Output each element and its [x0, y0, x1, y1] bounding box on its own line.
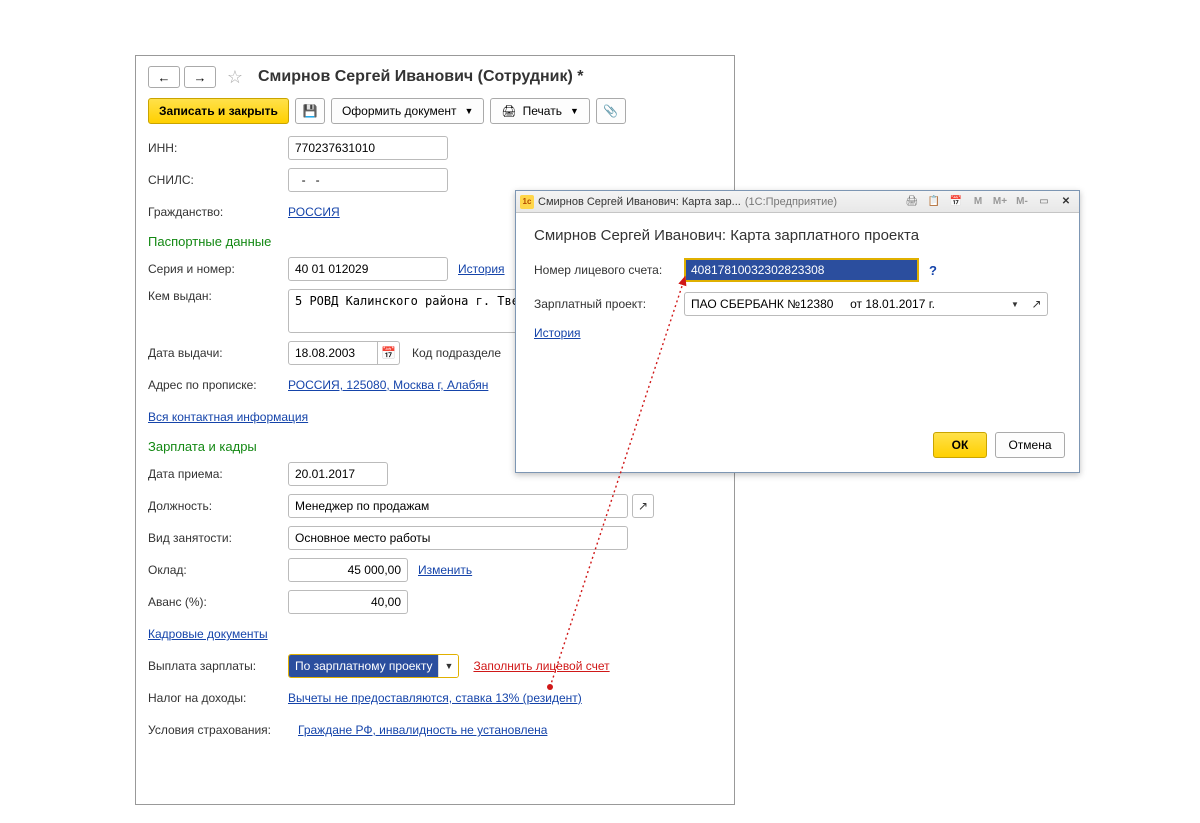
tax-settings-link[interactable]: Вычеты не предоставляются, ставка 13% (р…: [288, 691, 582, 705]
close-button[interactable]: ✕: [1057, 194, 1075, 210]
issue-date-label: Дата выдачи:: [148, 346, 288, 360]
account-history-link[interactable]: История: [534, 326, 581, 340]
attachments-button[interactable]: 📎: [596, 98, 626, 124]
issue-date-field[interactable]: [288, 341, 378, 365]
create-document-button[interactable]: Оформить документ ▼: [331, 98, 484, 124]
fill-account-link[interactable]: Заполнить лицевой счет: [473, 659, 609, 673]
citizenship-link[interactable]: РОССИЯ: [288, 205, 340, 219]
salary-project-field[interactable]: [684, 292, 1004, 316]
chevron-down-icon: ▼: [570, 106, 579, 116]
insurance-settings-link[interactable]: Граждане РФ, инвалидность не установлена: [298, 723, 547, 737]
snils-field[interactable]: [288, 168, 448, 192]
chevron-down-icon: ▼: [1011, 300, 1019, 309]
titlebar-calendar-icon[interactable]: 📅: [947, 194, 965, 210]
print-label: Печать: [523, 104, 562, 118]
payout-label: Выплата зарплаты:: [148, 659, 288, 673]
minimize-button[interactable]: ▭: [1035, 194, 1053, 210]
popup-app-name: (1С:Предприятие): [745, 196, 837, 208]
titlebar-calculator-icon[interactable]: 📋: [925, 194, 943, 210]
snils-label: СНИЛС:: [148, 173, 288, 187]
popup-titlebar[interactable]: 1c Смирнов Сергей Иванович: Карта зар...…: [516, 191, 1079, 213]
calendar-button[interactable]: 📅: [378, 341, 400, 365]
inn-field[interactable]: [288, 136, 448, 160]
popup-window-title: Смирнов Сергей Иванович: Карта зар...: [538, 196, 741, 208]
app-logo-icon: 1c: [520, 195, 534, 209]
employment-label: Вид занятости:: [148, 531, 288, 545]
insurance-label: Условия страхования:: [148, 723, 298, 737]
create-document-label: Оформить документ: [342, 104, 457, 118]
advance-field[interactable]: [288, 590, 408, 614]
chevron-down-icon: ▼: [465, 106, 474, 116]
all-contacts-link[interactable]: Вся контактная информация: [148, 410, 308, 424]
passport-history-link[interactable]: История: [458, 262, 505, 276]
memory-m-button[interactable]: M: [969, 194, 987, 210]
series-label: Серия и номер:: [148, 262, 288, 276]
payout-value: По зарплатному проекту: [289, 655, 438, 677]
titlebar-print-icon[interactable]: 🖨: [903, 194, 921, 210]
open-icon: ↗: [1031, 297, 1041, 311]
memory-mplus-button[interactable]: M+: [991, 194, 1009, 210]
printer-icon: 🖨: [501, 104, 516, 118]
salary-project-label: Зарплатный проект:: [534, 297, 684, 311]
account-number-label: Номер лицевого счета:: [534, 263, 684, 277]
hr-documents-link[interactable]: Кадровые документы: [148, 627, 268, 641]
save-and-close-button[interactable]: Записать и закрыть: [148, 98, 289, 124]
chevron-down-icon: ▼: [438, 655, 458, 677]
page-title: Смирнов Сергей Иванович (Сотрудник) *: [258, 68, 583, 86]
account-number-value: 40817810032302823308: [686, 260, 917, 280]
toolbar: Записать и закрыть 💾 Оформить документ ▼…: [148, 98, 722, 124]
tax-label: Налог на доходы:: [148, 691, 288, 705]
account-number-field[interactable]: 40817810032302823308: [684, 258, 919, 282]
address-label: Адрес по прописке:: [148, 378, 288, 392]
issued-by-label: Кем выдан:: [148, 289, 288, 303]
popup-title: Смирнов Сергей Иванович: Карта зарплатно…: [534, 227, 1061, 244]
inn-label: ИНН:: [148, 141, 288, 155]
open-project-button[interactable]: ↗: [1026, 292, 1048, 316]
address-link[interactable]: РОССИЯ, 125080, Москва г, Алабян: [288, 378, 488, 392]
favorite-star-icon[interactable]: ☆: [224, 66, 246, 88]
help-icon[interactable]: ?: [929, 263, 937, 278]
back-button[interactable]: ←: [148, 66, 180, 88]
cancel-button[interactable]: Отмена: [995, 432, 1065, 458]
save-button[interactable]: 💾: [295, 98, 325, 124]
forward-button[interactable]: →: [184, 66, 216, 88]
memory-mminus-button[interactable]: M-: [1013, 194, 1031, 210]
salary-label: Оклад:: [148, 563, 288, 577]
ok-button[interactable]: ОК: [933, 432, 987, 458]
paperclip-icon: 📎: [603, 104, 618, 118]
open-icon: ↗: [638, 499, 648, 513]
dept-code-label: Код подразделе: [412, 346, 501, 360]
series-field[interactable]: [288, 257, 448, 281]
employment-field[interactable]: [288, 526, 628, 550]
position-label: Должность:: [148, 499, 288, 513]
salary-card-popup: 1c Смирнов Сергей Иванович: Карта зар...…: [515, 190, 1080, 473]
save-icon: 💾: [302, 104, 317, 118]
advance-label: Аванс (%):: [148, 595, 288, 609]
open-position-button[interactable]: ↗: [632, 494, 654, 518]
salary-field[interactable]: [288, 558, 408, 582]
hire-date-field[interactable]: [288, 462, 388, 486]
print-button[interactable]: 🖨 Печать ▼: [490, 98, 589, 124]
citizenship-label: Гражданство:: [148, 205, 288, 219]
payout-select[interactable]: По зарплатному проекту ▼: [288, 654, 459, 678]
change-salary-link[interactable]: Изменить: [418, 563, 472, 577]
position-field[interactable]: [288, 494, 628, 518]
hire-date-label: Дата приема:: [148, 467, 288, 481]
project-dropdown-button[interactable]: ▼: [1004, 292, 1026, 316]
calendar-icon: 📅: [381, 346, 396, 360]
title-row: ← → ☆ Смирнов Сергей Иванович (Сотрудник…: [148, 66, 722, 88]
